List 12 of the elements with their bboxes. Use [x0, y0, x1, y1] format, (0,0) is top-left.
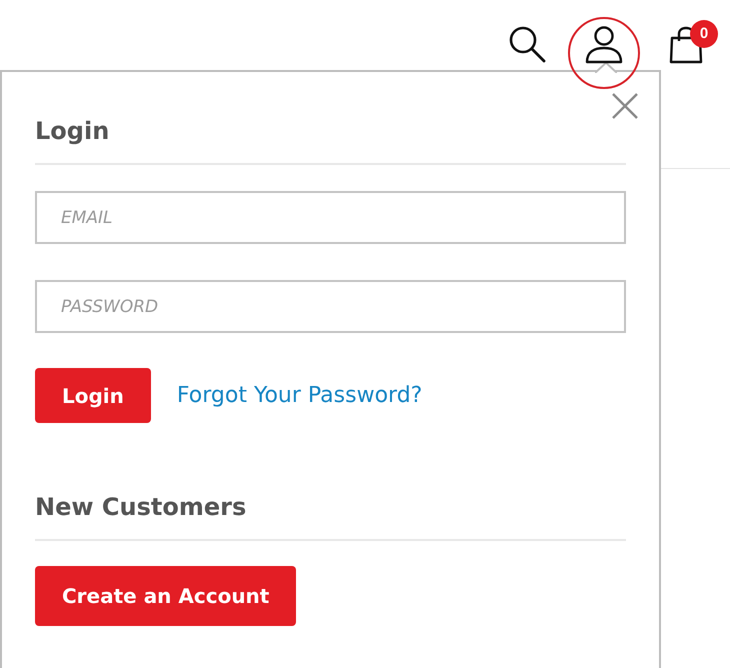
person-icon [585, 26, 623, 64]
cart-button[interactable]: 0 [669, 20, 718, 64]
forgot-password-link[interactable]: Forgot Your Password? [176, 383, 422, 408]
cart-count-badge: 0 [690, 20, 718, 48]
new-customers-heading: New Customers [35, 493, 246, 522]
login-heading: Login [35, 117, 110, 146]
create-account-button[interactable]: Create an Account [35, 566, 296, 626]
email-field[interactable]: EMAIL [35, 191, 626, 244]
close-icon[interactable] [612, 93, 638, 119]
login-button[interactable]: Login [35, 368, 151, 423]
password-field[interactable]: PASSWORD [35, 280, 626, 333]
search-icon[interactable] [507, 24, 547, 64]
